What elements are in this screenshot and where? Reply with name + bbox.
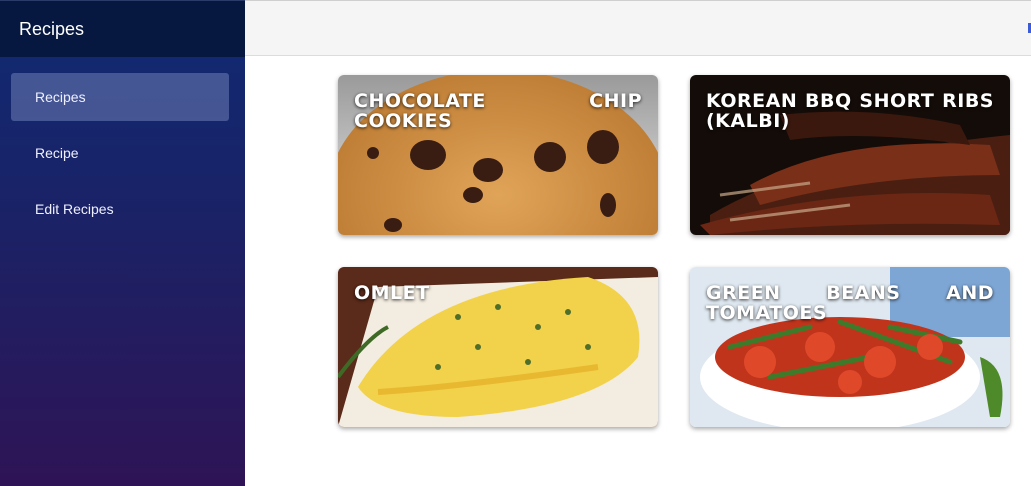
recipe-card-omlet[interactable]: OMLET [338,267,658,427]
recipe-card-chocolate-chip-cookies[interactable]: CHOCOLATE CHIP COOKIES [338,75,658,235]
recipe-card-korean-bbq-short-ribs[interactable]: KOREAN BBQ SHORT RIBS (KALBI) [690,75,1010,235]
sidebar-title: Recipes [0,0,245,57]
recipe-card-title: KOREAN BBQ SHORT RIBS (KALBI) [706,90,994,132]
recipe-card-green-beans-and-tomatoes[interactable]: GREEN BEANS AND TOMATOES [690,267,1010,427]
recipe-card-title: CHOCOLATE CHIP COOKIES [354,90,642,132]
sidebar: Recipes Recipes Recipe Edit Recipes [0,0,245,486]
recipe-card-title: OMLET [354,282,430,304]
recipe-card-title: GREEN BEANS AND TOMATOES [706,282,994,324]
sidebar-item-recipes[interactable]: Recipes [11,73,229,121]
sidebar-item-recipe[interactable]: Recipe [11,129,229,177]
sidebar-nav: Recipes Recipe Edit Recipes [0,57,245,233]
top-app-bar [245,0,1031,56]
sidebar-item-edit-recipes[interactable]: Edit Recipes [11,185,229,233]
